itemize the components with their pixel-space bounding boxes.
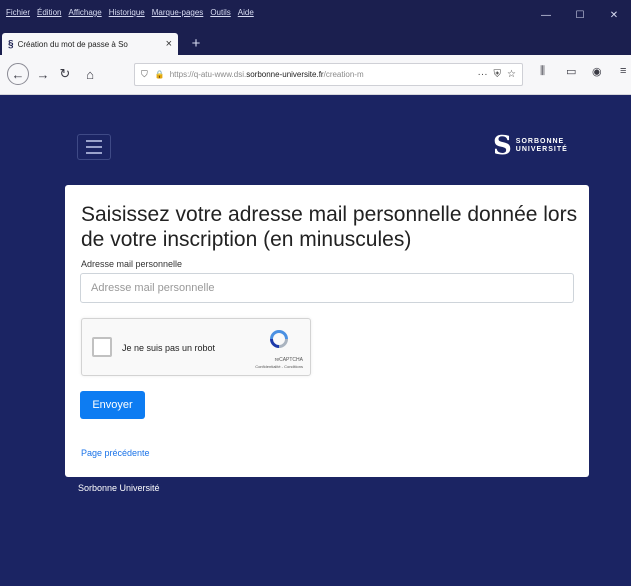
sorbonne-favicon-icon: § <box>8 38 14 50</box>
page-title: Saisissez votre adresse mail personnelle… <box>81 203 578 251</box>
sorbonne-logo[interactable]: S SORBONNE UNIVERSITÉ <box>493 133 568 159</box>
address-bar[interactable]: ⛉ 🔒 https://q-atu-www.dsi.sorbonne-unive… <box>134 63 523 86</box>
forward-arrow-icon[interactable]: → <box>33 64 53 84</box>
window-controls: — ☐ ✕ <box>529 0 631 30</box>
previous-page-link[interactable]: Page précédente <box>81 448 150 458</box>
recaptcha-icon <box>270 330 288 348</box>
tab-active[interactable]: § Création du mot de passe à So × <box>2 33 178 55</box>
sidebar-icon[interactable]: ▭ <box>566 65 576 78</box>
page-actions-icon[interactable]: ··· <box>478 69 488 80</box>
email-field[interactable] <box>80 273 574 303</box>
recaptcha-brand: reCAPTCHA <box>274 357 303 363</box>
account-icon[interactable]: ◉ <box>592 65 602 78</box>
menu-marque-pages[interactable]: Marque-pages <box>152 8 204 17</box>
form-card: Saisissez votre adresse mail personnelle… <box>65 185 589 477</box>
tab-strip: § Création du mot de passe à So × + <box>0 30 631 55</box>
footer-text: Sorbonne Université <box>78 483 160 493</box>
menu-outils[interactable]: Outils <box>210 8 230 17</box>
library-icon[interactable]: ⫼ <box>540 65 545 78</box>
menu-affichage[interactable]: Affichage <box>68 8 101 17</box>
home-icon[interactable]: ⌂ <box>80 64 100 84</box>
browser-navbar: ← → ↻ ⌂ ⛉ 🔒 https://q-atu-www.dsi.sorbon… <box>0 55 631 95</box>
email-label: Adresse mail personnelle <box>81 259 183 269</box>
reload-icon[interactable]: ↻ <box>55 64 75 84</box>
pocket-icon[interactable]: ⛨ <box>494 69 502 80</box>
browser-titlebar: Fichier Édition Affichage Historique Mar… <box>0 0 631 30</box>
sorbonne-logo-mark: S <box>493 131 512 161</box>
menu-fichier[interactable]: Fichier <box>6 8 30 17</box>
minimize-icon[interactable]: — <box>529 0 563 30</box>
tab-title: Création du mot de passe à So <box>17 39 128 49</box>
menu-historique[interactable]: Historique <box>109 8 145 17</box>
close-icon[interactable]: ✕ <box>597 0 631 30</box>
hamburger-menu-icon[interactable] <box>77 134 111 160</box>
tracking-shield-icon[interactable]: ⛉ <box>141 69 148 80</box>
recaptcha-checkbox[interactable] <box>92 337 112 357</box>
back-arrow-icon[interactable]: ← <box>7 63 29 85</box>
new-tab-icon[interactable]: + <box>186 33 206 53</box>
lock-icon[interactable]: 🔒 <box>155 70 165 79</box>
recaptcha-widget: Je ne suis pas un robot reCAPTCHA Confid… <box>81 318 311 376</box>
tab-close-icon[interactable]: × <box>166 38 172 50</box>
maximize-icon[interactable]: ☐ <box>563 0 597 30</box>
bookmark-star-icon[interactable]: ☆ <box>507 69 516 80</box>
browser-menubar: Fichier Édition Affichage Historique Mar… <box>6 8 254 17</box>
recaptcha-label: Je ne suis pas un robot <box>122 343 216 353</box>
menu-icon[interactable]: ≡ <box>620 65 626 77</box>
menu-aide[interactable]: Aide <box>238 8 254 17</box>
url-text: https://q-atu-www.dsi.sorbonne-universit… <box>169 70 364 79</box>
recaptcha-terms-link[interactable]: Confidentialité - Conditions <box>255 364 303 369</box>
submit-button[interactable]: Envoyer <box>80 391 145 419</box>
page-body: S SORBONNE UNIVERSITÉ Saisissez votre adr… <box>0 95 631 586</box>
sorbonne-logo-text: SORBONNE UNIVERSITÉ <box>515 138 568 153</box>
menu-edition[interactable]: Édition <box>37 8 61 17</box>
